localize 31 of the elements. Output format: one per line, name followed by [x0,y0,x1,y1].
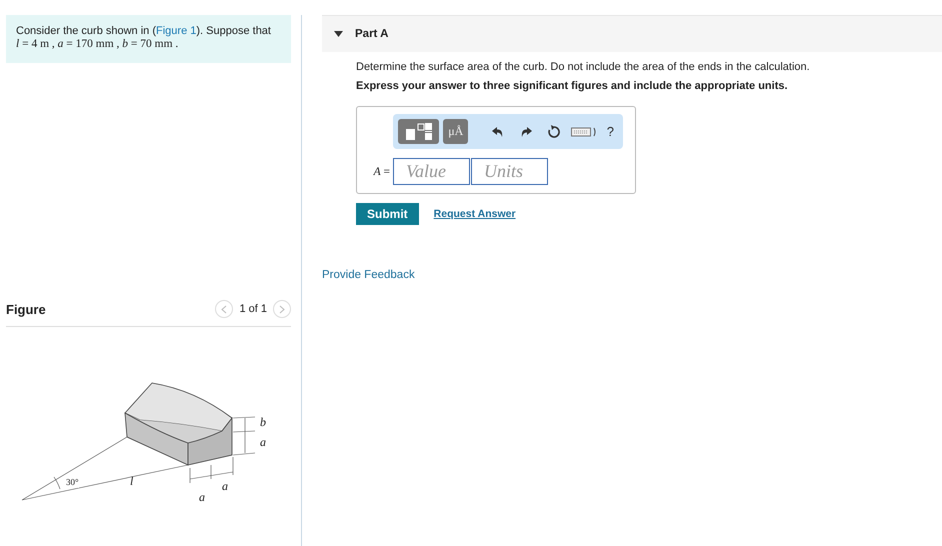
submit-button[interactable]: Submit [356,203,419,225]
answer-label: A = [372,166,391,178]
question-text: Determine the surface area of the curb. Do not include the area of the ends in the calculation. [356,60,811,74]
request-answer-link[interactable]: Request Answer [434,208,516,220]
chevron-left-icon [221,304,228,314]
redo-icon [520,126,532,138]
figure-link[interactable]: Figure 1 [156,25,196,37]
dimension-label: b [260,416,266,428]
problem-statement: Consider the curb shown in (Figure 1). Suppose that l = 4 m , a = 170 mm , b = 70 mm . [6,15,291,63]
page-counter: 1 of 1 [239,303,267,315]
fraction-template-icon [404,122,433,140]
template-button[interactable] [398,119,440,144]
part-title: Part A [355,28,388,40]
undo-icon [492,126,504,138]
reset-icon [546,125,560,138]
chevron-right-icon [279,304,285,314]
figure-title: Figure [6,302,47,316]
help-button[interactable]: ? [602,124,618,139]
keyboard-icon [570,126,597,136]
units-field[interactable]: Units [471,158,548,185]
dimension-label: l [130,475,134,487]
value-field[interactable]: Value [393,158,470,185]
dimension-label: a [222,480,228,492]
dimension-label: a [260,436,266,448]
provide-feedback-link[interactable]: Provide Feedback [322,269,415,281]
units-button[interactable]: μÅ [443,119,468,144]
dimension-label: a [199,491,205,503]
instruction-text: Express your answer to three significant figures and include the appropriate units. [356,80,789,92]
angle-label: 30° [66,476,79,488]
part-header[interactable]: Part A [322,15,942,52]
caret-icon [334,31,343,37]
